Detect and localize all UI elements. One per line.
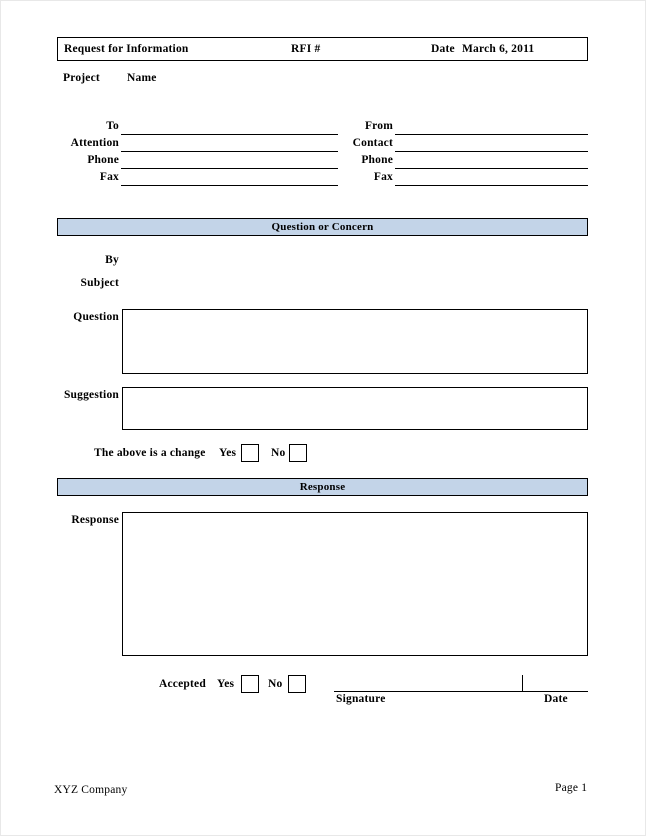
project-name-value: Name <box>127 72 157 84</box>
fax-right-field[interactable] <box>395 185 588 186</box>
accepted-no-label: No <box>268 678 283 690</box>
question-section-banner-label: Question or Concern <box>271 221 374 233</box>
phone-left-field[interactable] <box>121 168 338 169</box>
attention-field[interactable] <box>121 151 338 152</box>
response-label: Response <box>71 514 119 526</box>
fax-right-label: Fax <box>373 171 393 183</box>
change-no-label: No <box>271 447 286 459</box>
change-yes-checkbox[interactable] <box>241 444 259 462</box>
suggestion-textarea[interactable] <box>122 387 588 430</box>
attention-label: Attention <box>70 137 119 149</box>
accepted-label: Accepted <box>159 678 206 690</box>
fax-left-label: Fax <box>99 171 119 183</box>
phone-left-label: Phone <box>87 154 119 166</box>
header-date-label: Date <box>431 43 455 55</box>
change-no-checkbox[interactable] <box>289 444 307 462</box>
rfi-number-label: RFI # <box>291 43 321 55</box>
signature-date-label: Date <box>544 693 568 705</box>
question-section-banner: Question or Concern <box>57 218 588 236</box>
to-label: To <box>106 120 119 132</box>
accepted-no-checkbox[interactable] <box>288 675 306 693</box>
response-section-banner-label: Response <box>299 481 346 493</box>
question-textarea[interactable] <box>122 309 588 374</box>
from-label: From <box>364 120 393 132</box>
subject-label: Subject <box>80 277 119 289</box>
by-label: By <box>105 254 119 266</box>
footer-page-number: Page 1 <box>555 782 588 794</box>
header-date-value: March 6, 2011 <box>462 43 535 55</box>
question-label: Question <box>73 311 119 323</box>
fax-left-field[interactable] <box>121 185 338 186</box>
response-textarea[interactable] <box>122 512 588 656</box>
project-label: Project <box>63 72 100 84</box>
header-bar: Request for Information RFI # Date March… <box>57 37 588 61</box>
to-field[interactable] <box>121 134 338 135</box>
phone-right-field[interactable] <box>395 168 588 169</box>
signature-label: Signature <box>336 693 386 705</box>
change-yes-label: Yes <box>219 447 237 459</box>
contact-label: Contact <box>352 137 393 149</box>
accepted-yes-checkbox[interactable] <box>241 675 259 693</box>
phone-right-label: Phone <box>361 154 393 166</box>
signature-line[interactable] <box>334 691 588 692</box>
contact-field[interactable] <box>395 151 588 152</box>
footer-company: XYZ Company <box>54 784 128 796</box>
from-field[interactable] <box>395 134 588 135</box>
signature-date-divider <box>522 675 523 691</box>
change-prompt-label: The above is a change <box>94 447 206 459</box>
suggestion-label: Suggestion <box>63 389 119 401</box>
document-page: Request for Information RFI # Date March… <box>0 0 646 836</box>
document-title: Request for Information <box>64 43 189 55</box>
accepted-yes-label: Yes <box>217 678 235 690</box>
response-section-banner: Response <box>57 478 588 496</box>
